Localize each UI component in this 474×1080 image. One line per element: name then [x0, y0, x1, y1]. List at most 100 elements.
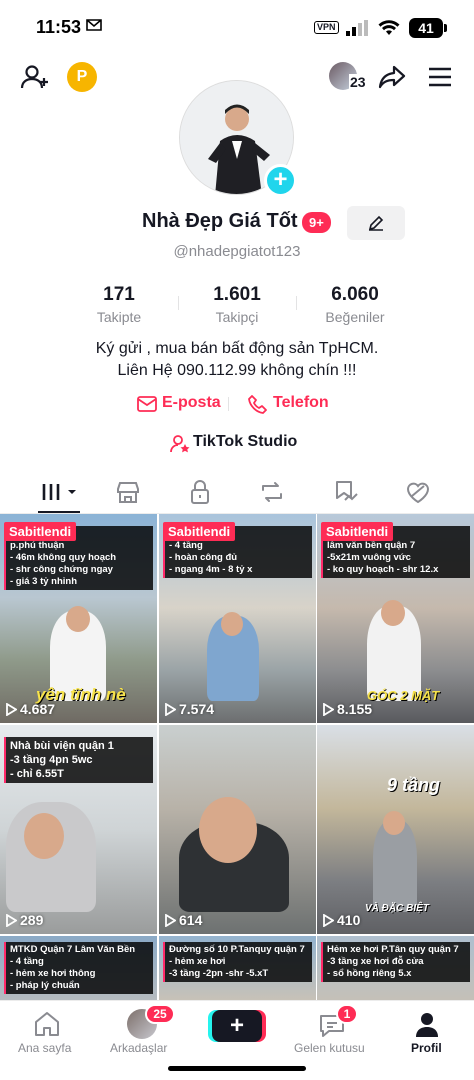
video-thumbnail[interactable]: Hẻm xe hơi P.Tân quy quận 7 -3 tầng xe h… — [317, 936, 474, 1002]
video-thumbnail[interactable]: h nguyễn thị - 4 tầng - hoàn công đủ - n… — [159, 514, 316, 723]
link-divider — [228, 397, 229, 411]
battery-icon: 41 — [409, 18, 443, 38]
person-head — [199, 797, 257, 863]
person-head — [24, 813, 64, 859]
menu-icon[interactable] — [428, 66, 452, 88]
nav-label: Arkadaşlar — [110, 1041, 168, 1055]
home-icon — [35, 1012, 59, 1036]
person-head — [383, 811, 405, 835]
bio-line: Ký gửi , mua bán bất động sản TpHCM. — [95, 340, 379, 357]
status-bar: 11:53 VPN 41 — [0, 0, 474, 56]
friends-count: 23 — [349, 74, 367, 90]
liked-tab-icon[interactable] — [404, 478, 432, 506]
person-head — [66, 606, 90, 632]
view-count-value: 7.574 — [179, 701, 215, 717]
video-thumbnail[interactable]: Đường số 10 P.Tanquy quận 7 - hẻm xe hơi… — [159, 936, 316, 1002]
video-card-text: Hẻm xe hơi P.Tân quy quận 7 -3 tầng xe h… — [321, 942, 470, 982]
stat-label: Takipte — [96, 309, 142, 325]
profile-icon — [416, 1013, 438, 1037]
video-caption: 9 tầng — [387, 775, 441, 795]
create-button[interactable]: + — [212, 1010, 262, 1042]
stat-likes[interactable]: 6.060 Beğeniler — [296, 284, 414, 328]
view-count: 4.687 — [6, 701, 55, 717]
tiktok-studio-link[interactable]: TikTok Studio — [0, 431, 474, 455]
play-icon — [165, 702, 177, 717]
stat-followers[interactable]: 1.601 Takipçi — [178, 284, 296, 328]
view-count-value: 8.155 — [337, 701, 373, 717]
video-card-text: Đường số 10 P.Tanquy quận 7 - hẻm xe hơi… — [163, 942, 312, 982]
mail-icon — [86, 19, 102, 31]
inbox-badge: 1 — [336, 1004, 358, 1024]
active-tab-indicator — [38, 511, 80, 513]
shop-tab-icon[interactable] — [114, 478, 142, 506]
view-count: 614 — [165, 912, 202, 928]
stat-value: 171 — [103, 284, 135, 305]
stat-following[interactable]: 171 Takipte — [60, 284, 178, 328]
status-time: 11:53 — [36, 17, 82, 37]
video-thumbnail[interactable]: 614 — [159, 725, 316, 934]
play-icon — [323, 702, 335, 717]
add-friend-icon[interactable] — [20, 63, 48, 91]
videos-tab-icon[interactable] — [40, 478, 80, 506]
vpn-icon: VPN — [314, 21, 339, 34]
lock-tab-icon[interactable] — [186, 478, 214, 506]
home-indicator — [168, 1066, 306, 1071]
view-count: 289 — [6, 912, 43, 928]
stat-label: Beğeniler — [325, 309, 385, 325]
contact-links: E-posta Telefon — [0, 392, 474, 416]
view-count: 7.574 — [165, 701, 214, 717]
bio: Ký gửi , mua bán bất động sản TpHCM. Liê… — [0, 338, 474, 382]
favorites-tab-icon[interactable] — [332, 478, 360, 506]
display-name: Nhà Đẹp Giá Tốt — [142, 210, 298, 232]
share-icon[interactable] — [378, 63, 406, 91]
video-thumbnail[interactable]: 9 tầng VÀ ĐẶC BIỆT 410 — [317, 725, 474, 934]
play-icon — [6, 702, 18, 717]
stat-value: 1.601 — [213, 284, 261, 305]
profile-stats: 171 Takipte 1.601 Takipçi 6.060 Beğenile… — [60, 284, 414, 328]
coin-icon[interactable]: P — [67, 62, 97, 92]
pencil-icon — [368, 215, 384, 231]
play-icon — [323, 913, 335, 928]
add-avatar-button[interactable]: + — [264, 164, 297, 197]
studio-icon — [170, 435, 190, 453]
person-head — [381, 600, 405, 626]
phone-icon — [248, 395, 267, 414]
video-thumbnail[interactable]: đường số lâm văn bền quận 7 -5x21m vuông… — [317, 514, 474, 723]
notification-badge[interactable]: 9+ — [302, 212, 331, 233]
stat-label: Takipçi — [215, 309, 259, 325]
view-count-value: 289 — [20, 912, 44, 928]
person-head — [221, 612, 243, 636]
battery-tip — [444, 24, 447, 32]
username: @nhadepgiatot123 — [173, 243, 301, 260]
pinned-badge: Sabitlendi — [4, 522, 77, 541]
view-count-value: 4.687 — [20, 701, 56, 717]
email-icon — [137, 396, 157, 412]
repost-tab-icon[interactable] — [258, 478, 286, 506]
play-icon — [165, 913, 177, 928]
profile-tabs — [0, 470, 474, 514]
video-card-text: Nhà bùi viện quận 1 -3 tầng 4pn 5wc - ch… — [4, 737, 153, 783]
video-caption-extra: VÀ ĐẶC BIỆT — [365, 903, 429, 914]
video-thumbnail[interactable]: MTKD Quận 7 Lâm Văn Bền - 4 tầng - hẻm x… — [0, 936, 157, 1002]
nav-label: Gelen kutusu — [294, 1041, 365, 1055]
edit-profile-button[interactable] — [347, 206, 405, 240]
play-icon — [6, 913, 18, 928]
video-card-text: MTKD Quận 7 Lâm Văn Bền - 4 tầng - hẻm x… — [4, 942, 153, 994]
video-caption: GÓC 2 MẶT — [367, 688, 440, 703]
stat-value: 6.060 — [331, 284, 379, 305]
video-thumbnail[interactable]: Nhà bùi viện quận 1 -3 tầng 4pn 5wc - ch… — [0, 725, 157, 934]
email-link[interactable]: E-posta — [162, 394, 221, 412]
bio-line: Liên Hệ 090.112.99 không chín !!! — [117, 362, 357, 379]
video-thumbnail[interactable]: tâm quận 7 p.phú thuận - 46m không quy h… — [0, 514, 157, 723]
signal-icon — [346, 20, 368, 36]
nav-label: Ana sayfa — [18, 1041, 72, 1055]
view-count-value: 410 — [337, 912, 361, 928]
pinned-badge: Sabitlendi — [163, 522, 236, 541]
studio-label: TikTok Studio — [193, 433, 298, 450]
name-row: Nhà Đẹp Giá Tốt 9+ — [0, 206, 474, 240]
nav-label: Profil — [411, 1041, 442, 1055]
view-count: 410 — [323, 912, 360, 928]
pinned-badge: Sabitlendi — [321, 522, 394, 541]
phone-link[interactable]: Telefon — [273, 394, 329, 412]
view-count-value: 614 — [179, 912, 203, 928]
